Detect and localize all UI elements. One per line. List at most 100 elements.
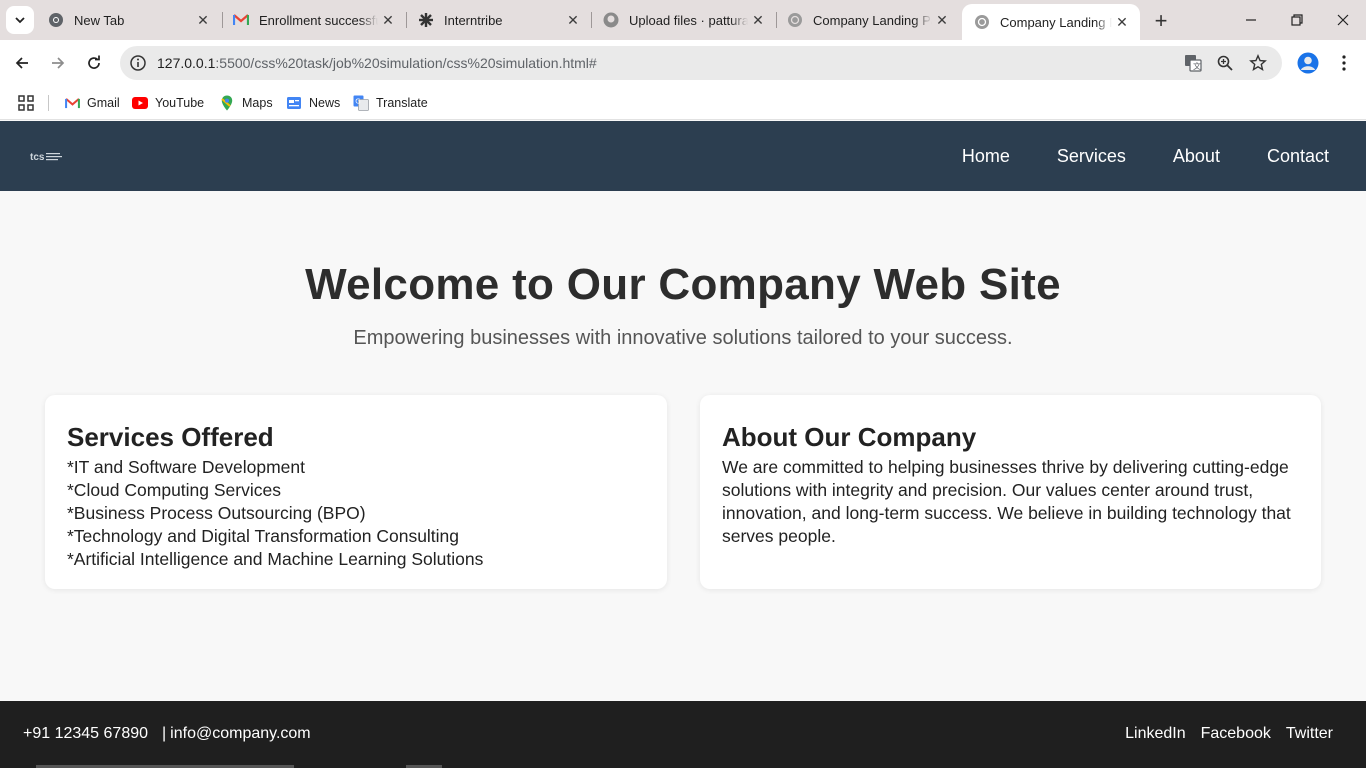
kebab-menu-icon [1342,55,1346,71]
bookmark-star-icon[interactable] [1246,51,1270,75]
restore-icon [1291,14,1303,26]
chrome-icon [48,12,64,28]
close-icon [1337,14,1349,26]
interntribe-icon [418,12,434,28]
restore-button[interactable] [1274,0,1320,40]
youtube-icon [132,95,148,111]
tab-title: Enrollment successful [259,12,378,28]
github-icon [603,12,619,28]
about-heading: About Our Company [722,422,977,452]
company-logo: tcs [30,152,62,163]
maps-pin-icon [219,95,235,111]
close-icon[interactable]: ✕ [1112,12,1132,32]
bookmark-label: YouTube [155,96,205,110]
browser-tab-active[interactable]: Company Landing Page ✕ [962,4,1140,40]
bookmark-gmail[interactable]: Gmail [64,93,120,113]
tab-title: Company Landing Page [1000,14,1112,30]
browser-tab[interactable]: Company Landing Page ✕ [775,4,960,36]
minimize-icon [1246,19,1256,21]
gmail-icon [64,95,80,111]
back-button[interactable] [7,48,37,78]
svg-text:G: G [355,98,360,106]
bookmark-news[interactable]: News [286,93,340,113]
bookmark-translate[interactable]: G Translate [353,93,428,113]
svg-text:tcs: tcs [30,152,45,163]
translate-icon: G [353,95,369,111]
forward-button[interactable] [43,48,73,78]
hero-subtitle: Empowering businesses with innovative so… [353,327,1013,349]
browser-tabstrip: New Tab ✕ Enrollment successful ✕ Intern… [0,0,1366,40]
bookmarks-divider [48,95,49,111]
close-icon[interactable]: ✕ [932,10,952,30]
main-nav: Home Services About Contact [915,121,1329,191]
browser-tab[interactable]: Enrollment successful ✕ [221,4,406,36]
bookmark-maps[interactable]: Maps [219,93,273,113]
nav-contact-link[interactable]: Contact [1267,146,1329,167]
hero-title: Welcome to Our Company Web Site [305,260,1061,309]
chevron-down-icon [15,17,25,24]
bookmark-label: Gmail [87,96,120,110]
apps-button[interactable] [18,93,34,113]
zoom-icon[interactable] [1213,51,1237,75]
close-icon[interactable]: ✕ [193,10,213,30]
services-list: *IT and Software Development *Cloud Comp… [67,456,645,571]
nav-about-link[interactable]: About [1173,146,1220,167]
contact-info: +91 12345 67890 | info@company.com [23,725,311,743]
tab-title: Company Landing Page [813,12,932,28]
close-icon[interactable]: ✕ [563,10,583,30]
site-header: tcs Home Services About Contact [0,121,1366,191]
service-item: *Artificial Intelligence and Machine Lea… [67,549,484,569]
browser-tab[interactable]: Upload files · patturaj ✕ [591,4,776,36]
about-text: We are committed to helping businesses t… [722,457,1291,546]
contact-separator: | [162,725,167,742]
browser-tab[interactable]: New Tab ✕ [36,4,221,36]
tab-title: Interntribe [444,12,503,28]
tab-title: Upload files · patturaj [629,12,748,28]
arrow-right-icon [52,57,65,69]
globe-icon [974,14,990,30]
reload-button[interactable] [79,48,109,78]
services-heading: Services Offered [67,422,274,452]
service-item: *Cloud Computing Services [67,480,281,500]
close-window-button[interactable] [1320,0,1366,40]
facebook-link[interactable]: Facebook [1201,725,1271,743]
url-path: :5500/css%20task/job%20simulation/css%20… [215,55,597,71]
close-icon[interactable]: ✕ [748,10,768,30]
translate-page-icon[interactable]: 文 [1181,51,1205,75]
browser-toolbar: 127.0.0.1:5500/css%20task/job%20simulati… [0,40,1366,86]
browser-menu-button[interactable] [1329,48,1359,78]
bookmark-label: Translate [376,96,428,110]
profile-avatar[interactable] [1293,48,1323,78]
twitter-link[interactable]: Twitter [1286,725,1333,743]
nav-services-link[interactable]: Services [1057,146,1126,167]
email-address[interactable]: info@company.com [170,725,310,742]
svg-text:文: 文 [1193,61,1201,71]
tab-title: New Tab [74,12,125,28]
tab-search-button[interactable] [6,6,34,34]
linkedin-link[interactable]: LinkedIn [1125,725,1186,743]
apps-grid-icon [18,95,34,111]
close-icon[interactable]: ✕ [378,10,398,30]
nav-home-link[interactable]: Home [962,146,1010,167]
service-item: *Technology and Digital Transformation C… [67,526,460,546]
service-item: *IT and Software Development [67,457,306,477]
phone-number: +91 12345 67890 [23,725,149,742]
social-links: LinkedIn Facebook Twitter [1110,725,1333,743]
avatar-icon [1297,52,1319,74]
site-info-icon[interactable] [126,51,150,75]
reload-icon [88,55,100,69]
globe-icon [787,12,803,28]
address-bar[interactable]: 127.0.0.1:5500/css%20task/job%20simulati… [120,46,1282,80]
bookmark-youtube[interactable]: YouTube [132,93,204,113]
url-text: 127.0.0.1:5500/css%20task/job%20simulati… [157,55,597,71]
services-card: Services Offered *IT and Software Develo… [45,395,667,589]
bookmarks-bar: Gmail YouTube Maps News G Translate [0,86,1366,120]
news-icon [286,95,302,111]
new-tab-button[interactable]: + [1148,8,1174,34]
browser-tab[interactable]: Interntribe ✕ [406,4,591,36]
hero-section: Welcome to Our Company Web Site Empoweri… [0,191,1366,701]
bookmark-label: News [309,96,341,110]
url-host: 127.0.0.1 [157,55,216,71]
minimize-button[interactable] [1228,0,1274,40]
service-item: *Business Process Outsourcing (BPO) [67,503,366,523]
